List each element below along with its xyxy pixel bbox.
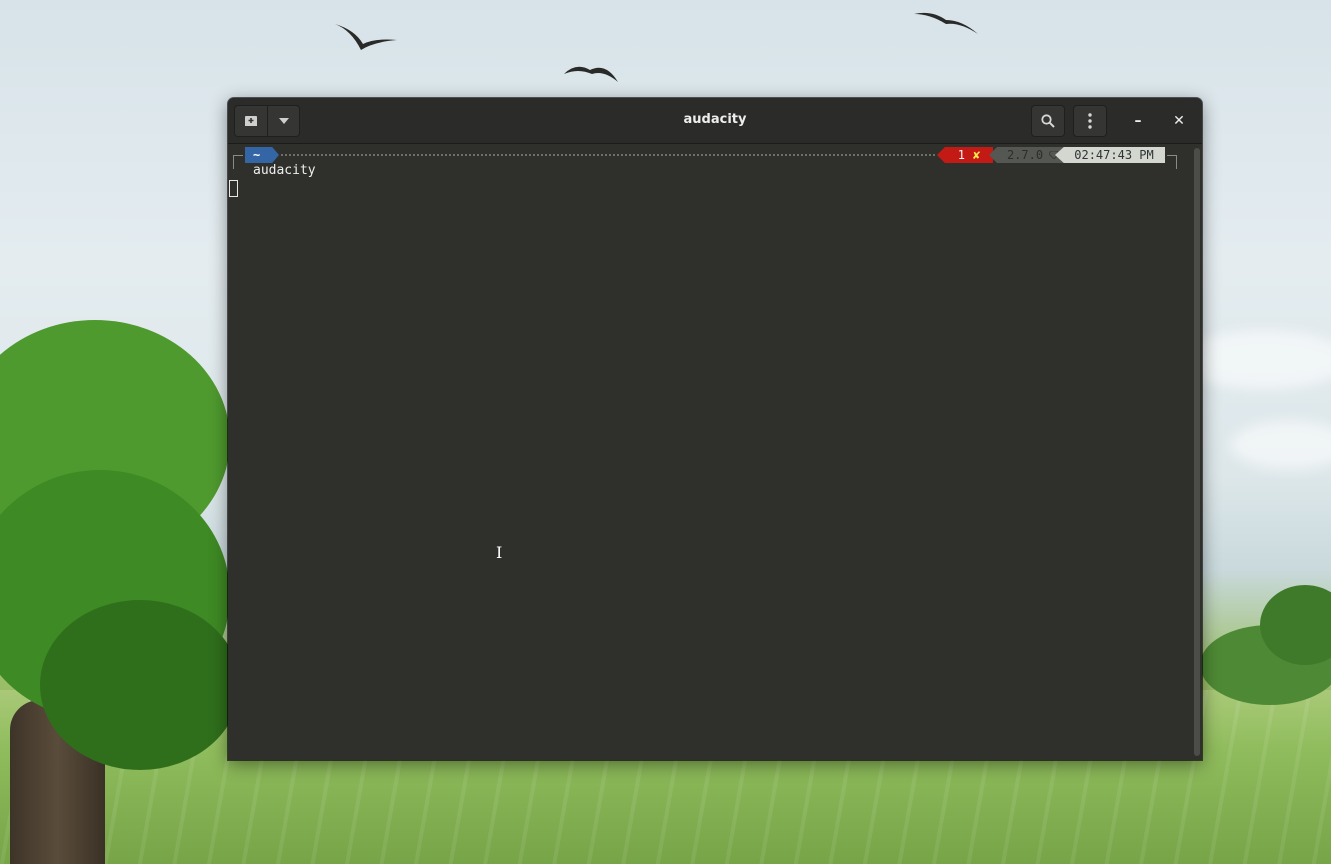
terminal-cursor (229, 180, 238, 197)
terminal-area[interactable]: ~ 1 ✘ 2.7.0 02:47:43 PM audacity I (228, 145, 1192, 760)
search-icon (1041, 114, 1055, 128)
terminal-output-line: audacity (253, 163, 316, 178)
tree-canopy (40, 600, 240, 770)
mouse-ibeam-cursor: I (496, 543, 503, 562)
prompt-line: ~ 1 ✘ 2.7.0 02:47:43 PM (233, 147, 1177, 169)
close-icon: ✕ (1173, 113, 1185, 129)
exit-code: 1 (957, 148, 965, 162)
cloud (1180, 330, 1331, 390)
prompt-bracket-left (233, 155, 243, 169)
vertical-ellipsis-icon (1088, 113, 1092, 129)
menu-button[interactable] (1073, 105, 1107, 137)
close-button[interactable]: ✕ (1167, 109, 1191, 133)
prompt-status-segment: 1 ✘ (937, 147, 993, 163)
ruby-version: 2.7.0 (1006, 148, 1044, 162)
bird (335, 24, 397, 50)
header-bar[interactable]: audacity – ✕ (228, 98, 1202, 144)
prompt-dir: ~ (253, 148, 261, 162)
prompt-time-segment: 02:47:43 PM (1055, 147, 1165, 163)
terminal-window[interactable]: audacity – ✕ ~ 1 ✘ 2.7.0 02:47:43 PM aud… (228, 98, 1202, 760)
minimize-icon: – (1134, 113, 1142, 129)
minimize-button[interactable]: – (1126, 109, 1150, 133)
cloud (1230, 420, 1331, 470)
bird (914, 12, 978, 34)
prompt-dir-segment: ~ (245, 147, 279, 163)
prompt-filler-dots (281, 154, 935, 156)
prompt-time: 02:47:43 PM (1074, 148, 1154, 162)
terminal-scrollbar[interactable] (1194, 148, 1200, 756)
search-button[interactable] (1031, 105, 1065, 137)
bird (564, 66, 618, 82)
error-mark-icon: ✘ (973, 148, 981, 162)
prompt-bracket-right (1167, 155, 1177, 169)
